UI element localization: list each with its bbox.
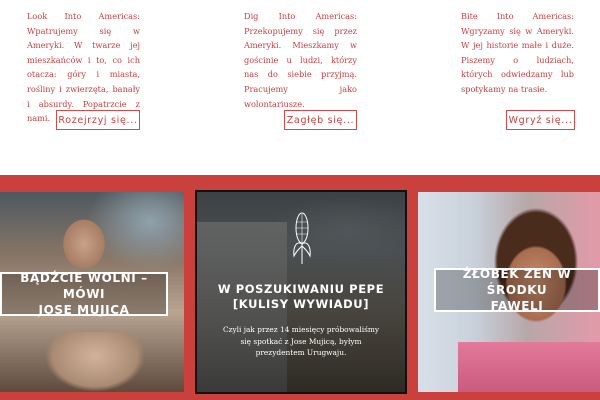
corn-icon (293, 212, 311, 264)
post-title-line: W POSZUKIWANIU PEPE (217, 282, 385, 296)
intro-text: Look Into Americas: Wpatrujemy się w Ame… (27, 11, 140, 124)
post-description: Czyli jak przez 14 miesięcy próbowaliśmy… (222, 325, 380, 357)
post-card-jose-mujica[interactable]: BĄDŹCIE WOLNI – MÓWI JOSE MUJICA (0, 192, 184, 392)
post-card-zlobek-zen[interactable]: ŻŁOBEK ZEN W ŚRODKU FAWELI (418, 192, 600, 392)
post-title-line: BĄDŹCIE WOLNI – MÓWI (20, 271, 148, 301)
post-title[interactable]: ŻŁOBEK ZEN W ŚRODKU FAWELI (434, 267, 600, 313)
zaglab-sie-button[interactable]: Zagłęb się... (284, 110, 357, 130)
wgryz-sie-button[interactable]: Wgryź się... (506, 110, 575, 130)
post-title[interactable]: W POSZUKIWANIU PEPE [KULISY WYWIADU] (197, 282, 405, 312)
post-overlay: W POSZUKIWANIU PEPE [KULISY WYWIADU] Czy… (197, 192, 405, 392)
post-title-line: JOSE MUJICA (38, 303, 130, 317)
post-title-line: ŻŁOBEK ZEN W ŚRODKU (462, 267, 572, 297)
intro-text: Dig Into Americas: Przekopujemy się prze… (244, 11, 357, 109)
intro-look-into-americas: Look Into Americas: Wpatrujemy się w Ame… (27, 9, 140, 126)
intro-dig-into-americas: Dig Into Americas: Przekopujemy się prze… (244, 9, 357, 111)
rozejrzyj-sie-button[interactable]: Rozejrzyj się... (56, 110, 140, 130)
post-title[interactable]: BĄDŹCIE WOLNI – MÓWI JOSE MUJICA (0, 271, 168, 317)
post-card-w-poszukiwaniu-pepe[interactable]: W POSZUKIWANIU PEPE [KULISY WYWIADU] Czy… (195, 190, 407, 394)
intro-bite-into-americas: Bite Into Americas: Wgryzamy się w Amery… (461, 9, 574, 97)
post-title-line: FAWELI (490, 299, 544, 313)
post-title-line: [KULISY WYWIADU] (232, 297, 370, 311)
intro-text: Bite Into Americas: Wgryzamy się w Amery… (461, 11, 574, 94)
